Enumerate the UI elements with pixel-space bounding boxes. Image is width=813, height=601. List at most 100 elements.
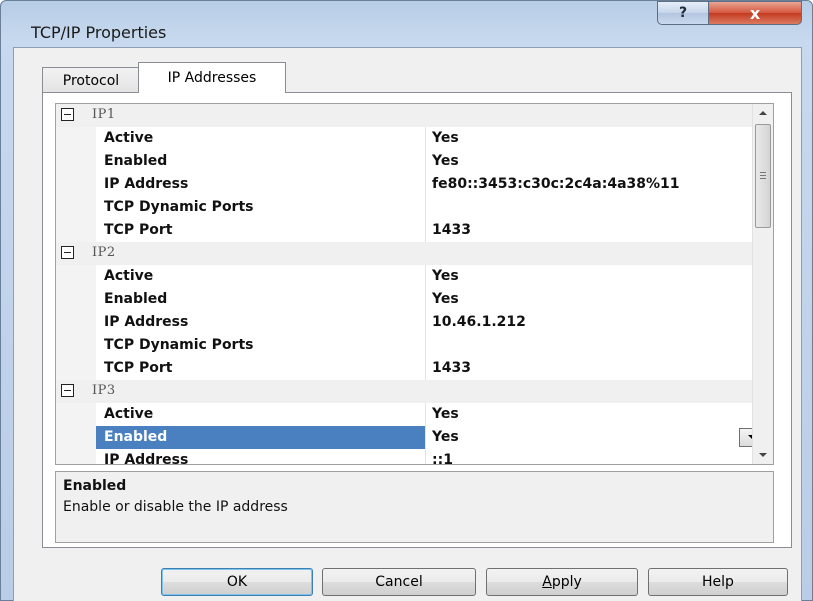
property-name[interactable]: IP Address: [96, 311, 426, 334]
property-value[interactable]: Yes: [426, 127, 773, 150]
property-name[interactable]: TCP Dynamic Ports: [96, 334, 426, 357]
property-value-text: Yes: [432, 406, 459, 422]
property-row[interactable]: Enabled Yes: [56, 426, 773, 449]
property-value[interactable]: [426, 196, 773, 219]
scrollbar-thumb[interactable]: [755, 124, 771, 228]
property-row[interactable]: IP Address::1: [56, 449, 773, 465]
dialog-window: TCP/IP Properties ? x Protocol IP Addres…: [0, 0, 813, 601]
property-value[interactable]: ::1: [426, 449, 773, 465]
property-value-text: fe80::3453:c30c:2c4a:4a38%11: [432, 176, 680, 192]
property-value-text: 10.46.1.212: [432, 314, 526, 330]
property-group-header[interactable]: IP3: [56, 380, 773, 403]
property-name[interactable]: Active: [96, 127, 426, 150]
property-name[interactable]: TCP Port: [96, 357, 426, 380]
property-row[interactable]: Enabled Yes: [56, 288, 773, 311]
apply-accelerator: A: [542, 574, 552, 590]
row-gutter: [56, 265, 96, 288]
property-value[interactable]: 1433: [426, 219, 773, 242]
property-name[interactable]: Enabled: [96, 426, 426, 449]
apply-label: pply: [551, 574, 582, 590]
row-gutter: [56, 219, 96, 242]
property-name[interactable]: IP Address: [96, 449, 426, 464]
help-caption-button[interactable]: ?: [657, 1, 709, 25]
property-value[interactable]: Yes: [426, 426, 773, 449]
property-value[interactable]: Yes: [426, 403, 773, 426]
property-value-text: Yes: [432, 429, 459, 445]
apply-button[interactable]: Apply: [486, 568, 638, 596]
row-gutter: [56, 288, 96, 311]
collapse-icon[interactable]: [61, 108, 74, 121]
tab-protocol[interactable]: Protocol: [42, 67, 140, 93]
row-gutter: [56, 150, 96, 173]
row-gutter: [56, 403, 96, 426]
property-name[interactable]: Enabled: [96, 288, 426, 311]
property-row[interactable]: IP Address fe80::3453:c30c:2c4a:4a38%11: [56, 173, 773, 196]
scroll-up-arrow-icon[interactable]: [753, 104, 773, 122]
row-gutter: [56, 196, 96, 219]
scroll-down-arrow-icon[interactable]: [753, 446, 773, 464]
property-value-text: Yes: [432, 153, 459, 169]
property-value-text: 1433: [432, 222, 471, 238]
property-name[interactable]: IP Address: [96, 173, 426, 196]
property-value[interactable]: Yes: [426, 265, 773, 288]
row-gutter: [56, 449, 96, 464]
property-value[interactable]: Yes: [426, 288, 773, 311]
property-group-header[interactable]: IP2: [56, 242, 773, 265]
property-row[interactable]: Enabled Yes: [56, 150, 773, 173]
group-gutter: [56, 380, 96, 403]
grip-icon: [760, 172, 766, 179]
property-row[interactable]: IP Address 10.46.1.212: [56, 311, 773, 334]
property-group-header[interactable]: IP1: [56, 104, 773, 127]
window-title: TCP/IP Properties: [31, 23, 167, 42]
group-name: IP1: [92, 107, 116, 122]
row-gutter: [56, 334, 96, 357]
property-value[interactable]: [426, 334, 773, 357]
property-row[interactable]: TCP Dynamic Ports: [56, 334, 773, 357]
collapse-icon[interactable]: [61, 384, 74, 397]
description-text: Enable or disable the IP address: [63, 499, 288, 515]
property-grid: IP1 Active Yes Enabled Yes IP Address fe80::34…: [55, 103, 774, 465]
property-name[interactable]: TCP Port: [96, 219, 426, 242]
vertical-scrollbar[interactable]: [752, 104, 773, 464]
property-row[interactable]: Active Yes: [56, 127, 773, 150]
row-gutter: [56, 426, 96, 449]
property-name[interactable]: Active: [96, 403, 426, 426]
property-value[interactable]: 1433: [426, 357, 773, 380]
property-row[interactable]: Active Yes: [56, 265, 773, 288]
property-row[interactable]: TCP Port 1433: [56, 219, 773, 242]
close-button[interactable]: x: [708, 1, 802, 25]
group-gutter: [56, 242, 96, 265]
cancel-button[interactable]: Cancel: [322, 568, 476, 596]
help-button[interactable]: Help: [648, 568, 788, 596]
property-row[interactable]: TCP Port 1433: [56, 357, 773, 380]
property-value[interactable]: 10.46.1.212: [426, 311, 773, 334]
ok-button[interactable]: OK: [161, 568, 313, 596]
collapse-icon[interactable]: [61, 246, 74, 259]
dialog-client-area: Protocol IP Addresses IP1 Active Yes Enable…: [13, 47, 802, 601]
group-name: IP3: [92, 383, 116, 398]
close-icon: x: [749, 3, 761, 23]
description-pane: Enabled Enable or disable the IP address: [55, 471, 774, 543]
property-row[interactable]: TCP Dynamic Ports: [56, 196, 773, 219]
property-value[interactable]: fe80::3453:c30c:2c4a:4a38%11: [426, 173, 773, 196]
question-mark-icon: ?: [678, 5, 688, 21]
title-bar[interactable]: TCP/IP Properties ? x: [1, 1, 812, 47]
property-value-text: 1433: [432, 360, 471, 376]
row-gutter: [56, 127, 96, 150]
property-name[interactable]: TCP Dynamic Ports: [96, 196, 426, 219]
property-value-text: Yes: [432, 130, 459, 146]
group-gutter: [56, 104, 96, 127]
property-grid-rows: IP1 Active Yes Enabled Yes IP Address fe80::34…: [56, 104, 773, 465]
group-name: IP2: [92, 245, 116, 260]
property-row[interactable]: Active Yes: [56, 403, 773, 426]
row-gutter: [56, 357, 96, 380]
property-value-text: Yes: [432, 291, 459, 307]
property-value-text: ::1: [432, 452, 453, 465]
row-gutter: [56, 311, 96, 334]
property-name[interactable]: Enabled: [96, 150, 426, 173]
row-gutter: [56, 173, 96, 196]
property-value-text: Yes: [432, 268, 459, 284]
tab-ip-addresses[interactable]: IP Addresses: [138, 62, 286, 93]
property-value[interactable]: Yes: [426, 150, 773, 173]
property-name[interactable]: Active: [96, 265, 426, 288]
